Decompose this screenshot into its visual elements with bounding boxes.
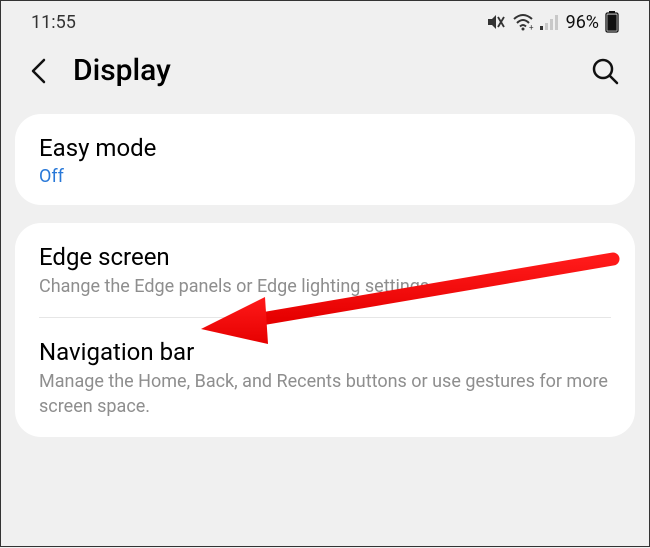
status-time: 11:55: [31, 12, 76, 33]
setting-edge-screen[interactable]: Edge screen Change the Edge panels or Ed…: [15, 223, 635, 317]
card-edge-nav: Edge screen Change the Edge panels or Ed…: [15, 223, 635, 437]
setting-title-edge-screen: Edge screen: [39, 243, 611, 271]
signal-icon: [540, 13, 560, 31]
setting-title-navigation-bar: Navigation bar: [39, 338, 611, 366]
setting-title-easy-mode: Easy mode: [39, 134, 611, 162]
page-title: Display: [73, 53, 171, 88]
setting-status-easy-mode: Off: [39, 166, 611, 187]
card-easy-mode: Easy mode Off: [15, 114, 635, 205]
setting-navigation-bar[interactable]: Navigation bar Manage the Home, Back, an…: [15, 318, 635, 437]
header: Display: [1, 41, 649, 114]
battery-icon: [605, 11, 619, 33]
setting-desc-edge-screen: Change the Edge panels or Edge lighting …: [39, 275, 611, 299]
svg-text:+: +: [529, 23, 534, 31]
search-icon[interactable]: [591, 57, 619, 85]
wifi-icon: +: [512, 13, 534, 31]
mute-vibrate-icon: [484, 12, 506, 32]
back-icon[interactable]: [29, 57, 49, 85]
setting-easy-mode[interactable]: Easy mode Off: [15, 114, 635, 205]
status-right: + 96%: [482, 11, 619, 33]
battery-percent: 96%: [566, 12, 599, 33]
setting-desc-navigation-bar: Manage the Home, Back, and Recents butto…: [39, 370, 611, 419]
status-bar: 11:55 + 96%: [1, 1, 649, 41]
